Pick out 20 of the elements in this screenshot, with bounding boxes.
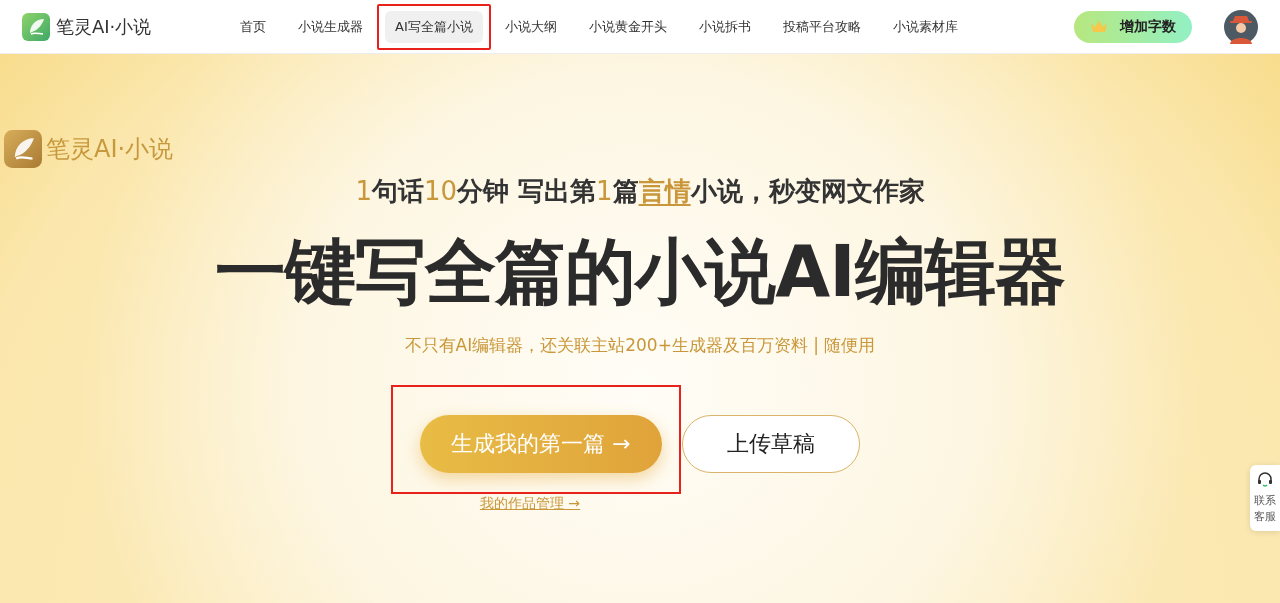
brand-name: 笔灵AI·小说: [46, 134, 174, 165]
nav-tab[interactable]: AI写全篇小说: [385, 10, 483, 43]
headset-icon: [1256, 471, 1274, 489]
nav-tab[interactable]: 首页: [230, 10, 276, 43]
hero-title: 一键写全篇的小说AI编辑器: [215, 229, 1065, 315]
nav-tab[interactable]: 小说拆书: [688, 10, 761, 43]
tagline: 1句话10分钟 写出第1篇言情小说，秒变网文作家: [355, 175, 925, 208]
nav-tab[interactable]: 小说黄金开头: [578, 10, 677, 43]
nav-tab[interactable]: 小说大纲: [494, 10, 567, 43]
nav-tab[interactable]: 投稿平台攻略: [772, 10, 871, 43]
upload-draft-button[interactable]: 上传草稿: [682, 415, 860, 473]
avatar-icon[interactable]: [1224, 9, 1258, 44]
nav-tab[interactable]: 小说素材库: [882, 10, 968, 43]
brand-name: 笔灵AI·小说: [56, 14, 152, 39]
brand-logo-icon: [4, 130, 42, 168]
crown-icon: [1090, 20, 1108, 33]
add-words-button[interactable]: 增加字数: [1074, 10, 1192, 43]
logo-icon: [22, 12, 50, 41]
hero-subtitle: 不只有AI编辑器，还关联主站200+生成器及百万资料 | 随便用: [404, 334, 876, 357]
nav-tab[interactable]: 小说生成器: [288, 10, 373, 43]
